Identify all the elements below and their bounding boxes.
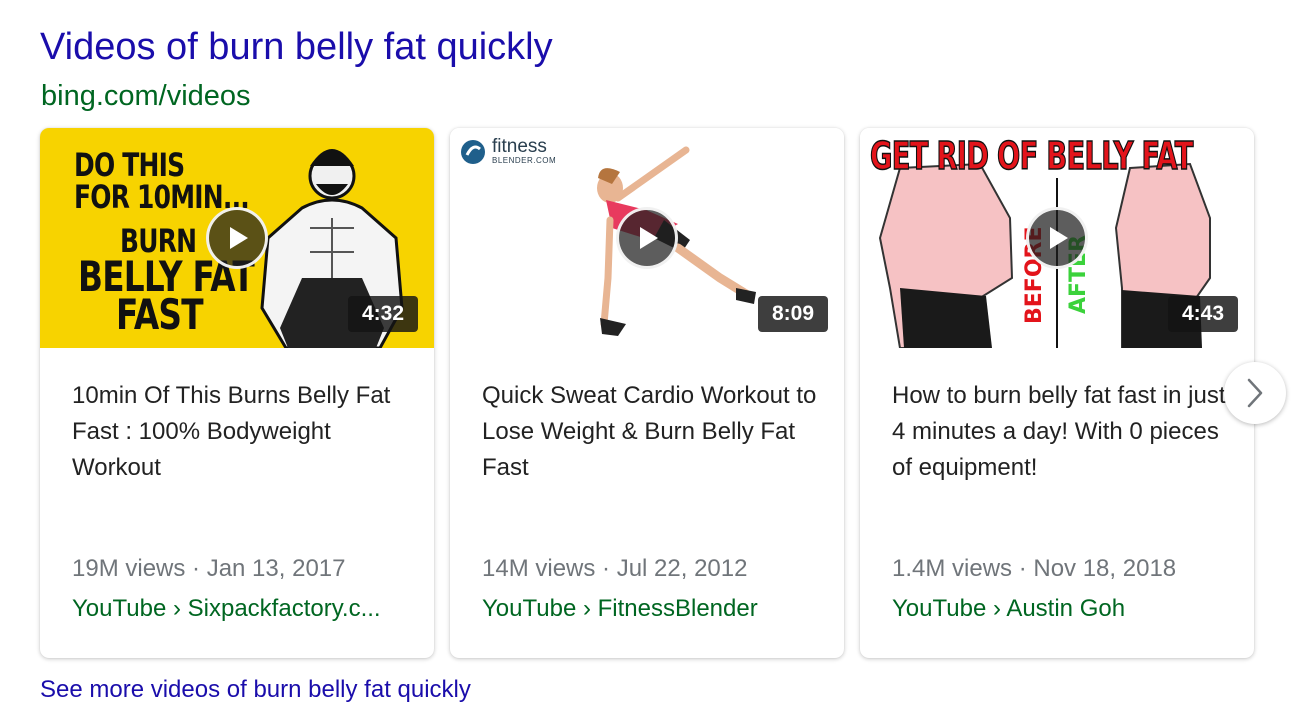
thumbnail-text-line: FAST (116, 290, 204, 339)
video-results-heading[interactable]: Videos of burn belly fat quickly (40, 24, 553, 70)
video-source[interactable]: YouTube › Austin Goh (892, 592, 1125, 626)
video-card[interactable]: DO THIS FOR 10MIN... BURN BELLY FAT FAST… (40, 128, 434, 658)
thumbnail-banner: GET RID OF BELLY FAT (869, 133, 1193, 179)
video-duration-badge: 4:32 (347, 296, 418, 332)
video-card[interactable]: fitness BLENDER.COM 8:09 Quick Sweat Car… (450, 128, 844, 658)
video-thumbnail[interactable]: DO THIS FOR 10MIN... BURN BELLY FAT FAST… (40, 128, 434, 348)
play-icon[interactable] (616, 207, 678, 269)
video-thumbnail[interactable]: fitness BLENDER.COM 8:09 (450, 128, 844, 348)
play-icon[interactable] (206, 207, 268, 269)
video-meta: 19M views · Jan 13, 2017 (72, 555, 346, 582)
play-icon[interactable] (1026, 207, 1088, 269)
video-card[interactable]: GET RID OF BELLY FAT BEFORE AFTER 4:43 H… (860, 128, 1254, 658)
video-title[interactable]: How to burn belly fat fast in just 4 min… (892, 378, 1232, 486)
video-source[interactable]: YouTube › FitnessBlender (482, 592, 758, 626)
chevron-right-icon (1247, 378, 1263, 408)
video-duration-badge: 4:43 (1167, 296, 1238, 332)
video-thumbnail[interactable]: GET RID OF BELLY FAT BEFORE AFTER 4:43 (860, 128, 1254, 348)
video-source[interactable]: YouTube › Sixpackfactory.c... (72, 592, 381, 626)
see-more-videos-link[interactable]: See more videos of burn belly fat quickl… (40, 674, 471, 706)
video-meta: 14M views · Jul 22, 2012 (482, 555, 748, 582)
video-title[interactable]: Quick Sweat Cardio Workout to Lose Weigh… (482, 378, 822, 486)
video-meta: 1.4M views · Nov 18, 2018 (892, 555, 1177, 582)
video-duration-badge: 8:09 (757, 296, 828, 332)
source-url: bing.com/videos (41, 80, 251, 112)
video-title[interactable]: 10min Of This Burns Belly Fat Fast : 100… (72, 378, 412, 486)
next-videos-button[interactable] (1224, 362, 1286, 424)
